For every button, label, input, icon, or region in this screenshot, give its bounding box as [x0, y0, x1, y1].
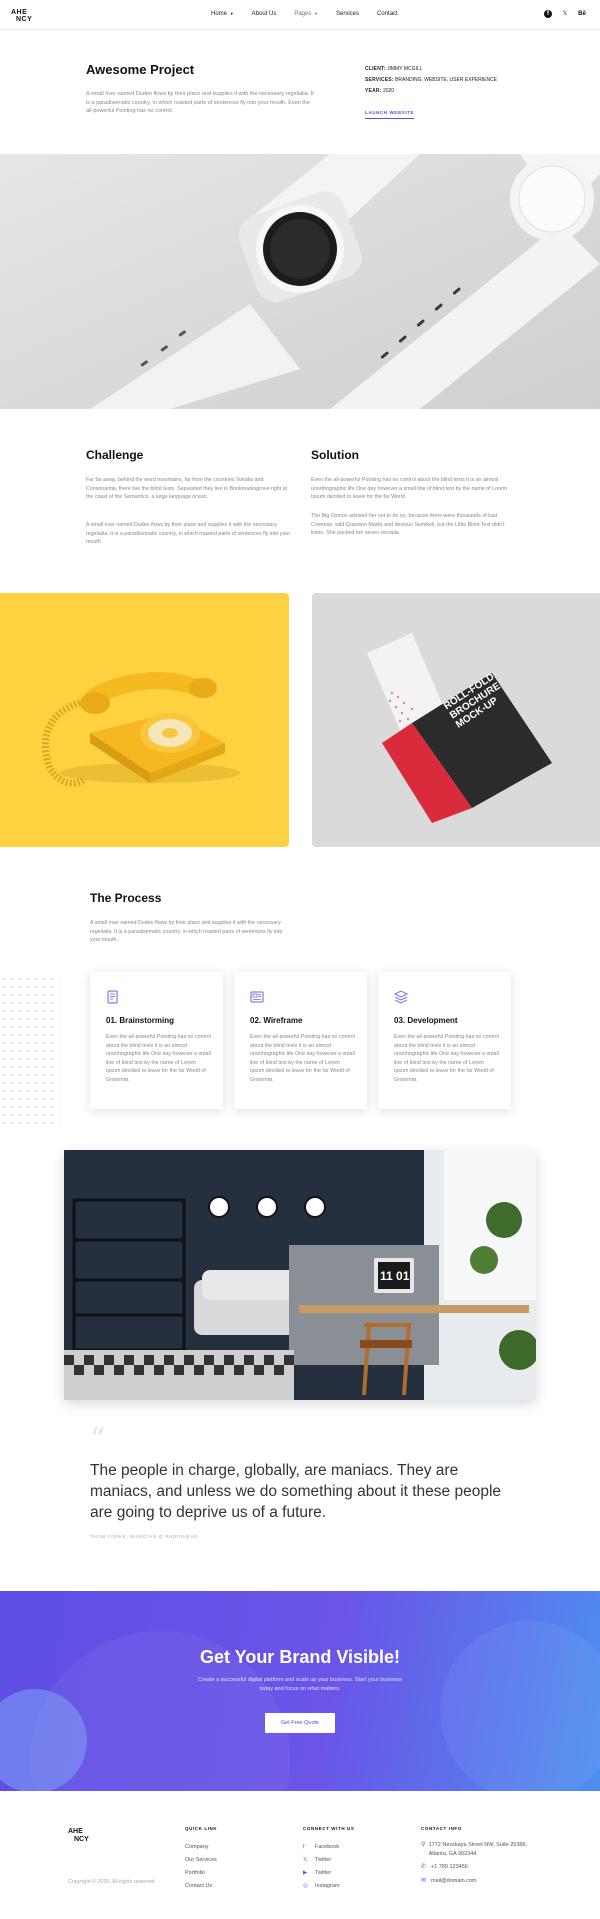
brochure-image: ROLL-FOLD BROCHURE MOCK-UP: [312, 593, 600, 847]
challenge-title: Challenge: [86, 448, 144, 462]
watch-image: [0, 154, 600, 409]
card-title: 02. Wireframe: [250, 1016, 303, 1025]
year-row: YEAR: 2020: [365, 88, 395, 94]
process-card-development: 03. Development Even the all-powerful Po…: [378, 972, 511, 1109]
nav-item-pages[interactable]: Pages ▼: [294, 11, 318, 17]
card-text: Even the all-powerful Pointing has no co…: [250, 1034, 355, 1083]
telephone-illustration: [41, 672, 240, 787]
office-illustration: [64, 1150, 536, 1400]
address-row: ⚲ 1772 Nevskaya Street NW, Suite 25386, A…: [421, 1842, 528, 1857]
copyright: Copyright © 2020. All rights reserved.: [68, 1879, 156, 1885]
logo-line-1: AHE: [11, 9, 28, 16]
footer-youtube-link[interactable]: ▶ Twitter: [303, 1867, 355, 1880]
document-icon: [107, 990, 118, 1004]
process-card-wireframe: 02. Wireframe Even the all-powerful Poin…: [234, 972, 367, 1109]
connect-title: CONNECT WITH US: [303, 1826, 355, 1831]
social-links: f 𝕏 Bē: [544, 10, 586, 18]
email-row[interactable]: ✉ mail@domain.com: [421, 1877, 541, 1886]
process-card-brainstorming: 01. Brainstorming Even the all-powerful …: [90, 972, 223, 1109]
cta-text: Create a successful digital platform and…: [198, 1677, 402, 1692]
nav-item-about[interactable]: About Us: [252, 11, 277, 17]
footer-link-services[interactable]: Our Services: [185, 1854, 217, 1867]
quote-author: THOM YORKE, MUSICIAN @ RADIOHEAD: [90, 1534, 198, 1539]
nav-item-home[interactable]: Home ▼: [211, 11, 234, 17]
footer-twitter-link[interactable]: 𝕏 Twitter: [303, 1854, 355, 1867]
footer-link-portfolio[interactable]: Portfolio: [185, 1867, 217, 1880]
get-free-quote-button[interactable]: Get Free Quote: [265, 1713, 335, 1733]
challenge-paragraph-2: A small river named Duden flows by their…: [86, 522, 291, 545]
facebook-icon: f: [303, 1844, 305, 1850]
watch-illustration: [0, 154, 600, 409]
footer-link-company[interactable]: Company: [185, 1841, 217, 1854]
twitter-icon: 𝕏: [303, 1857, 308, 1863]
quick-links-title: QUICK LINK: [185, 1826, 218, 1831]
quick-links: QUICK LINK Company Our Services Portfoli…: [185, 1826, 217, 1893]
launch-website-link[interactable]: LAUNCH WEBSITE: [365, 110, 415, 119]
chevron-down-icon: ▼: [229, 11, 234, 16]
quote-mark-icon: “: [90, 1422, 106, 1457]
footer-link-contact[interactable]: Contact Us: [185, 1880, 217, 1893]
challenge-paragraph-1: Far far away, behind the word mountains,…: [86, 477, 288, 500]
desk-clock-display: 11 01: [380, 1269, 410, 1283]
nav-item-services[interactable]: Services: [336, 11, 359, 17]
behance-icon[interactable]: Bē: [578, 10, 586, 18]
nav-item-contact[interactable]: Contact: [377, 11, 398, 17]
process-description: A small river named Duden flows by their…: [90, 920, 283, 943]
twitter-icon[interactable]: 𝕏: [561, 10, 569, 18]
project-description: A small river named Duden flows by their…: [86, 91, 314, 114]
footer-logo[interactable]: AHE NCY: [68, 1828, 89, 1844]
solution-paragraph-1: Even the all-powerful Pointing has no co…: [311, 477, 508, 500]
office-interior-image: 11 01: [64, 1150, 536, 1400]
contact-title: CONTACT INFO: [421, 1826, 462, 1831]
map-pin-icon: ⚲: [421, 1842, 426, 1848]
chevron-down-icon: ▼: [314, 11, 318, 16]
dot-pattern: [0, 975, 60, 1125]
card-title: 01. Brainstorming: [106, 1016, 175, 1025]
contact-info: CONTACT INFO ⚲ 1772 Nevskaya Street NW, S…: [421, 1826, 541, 1890]
solution-title: Solution: [311, 448, 359, 462]
cta-title: Get Your Brand Visible!: [199, 1647, 401, 1667]
cta-section: Get Your Brand Visible! Create a success…: [0, 1591, 600, 1791]
process-title: The Process: [90, 891, 162, 905]
card-text: Even the all-powerful Pointing has no co…: [394, 1034, 499, 1083]
footer-instagram-link[interactable]: ◎ Instagram: [303, 1880, 355, 1893]
connect-links: CONNECT WITH US f Facebook 𝕏 Twitter ▶ Twit…: [303, 1826, 355, 1893]
project-title: Awesome Project: [86, 62, 195, 77]
layers-icon: [394, 990, 408, 1004]
instagram-icon: ◎: [303, 1883, 308, 1889]
client-row: CLIENT: JIMMY MCGILL: [365, 66, 423, 72]
testimonial-quote: The people in charge, globally, are mani…: [90, 1462, 502, 1521]
logo[interactable]: AHE NCY: [11, 9, 32, 23]
card-title: 03. Development: [394, 1016, 458, 1025]
services-row: SERVICES: BRANDING, WEBSITE, USER EXPERI…: [365, 77, 498, 83]
phone-row[interactable]: ✆ +1 789 123456: [421, 1863, 541, 1872]
wireframe-icon: [250, 991, 264, 1003]
facebook-icon[interactable]: f: [544, 10, 552, 18]
telephone-image: [0, 593, 289, 847]
top-nav: AHE NCY Home ▼ About Us Pages ▼ Services…: [0, 0, 600, 30]
phone-icon: ✆: [421, 1864, 427, 1870]
project-meta: CLIENT: JIMMY MCGILL SERVICES: BRANDING,…: [365, 64, 497, 97]
youtube-icon: ▶: [303, 1870, 308, 1876]
logo-line-2: NCY: [16, 16, 33, 23]
footer-facebook-link[interactable]: f Facebook: [303, 1841, 355, 1854]
main-menu: Home ▼ About Us Pages ▼ Services Contact: [211, 11, 416, 17]
card-text: Even the all-powerful Pointing has no co…: [106, 1034, 211, 1083]
mail-icon: ✉: [421, 1877, 427, 1884]
solution-paragraph-2: The Big Oxmox advised her not to do so, …: [311, 513, 505, 536]
